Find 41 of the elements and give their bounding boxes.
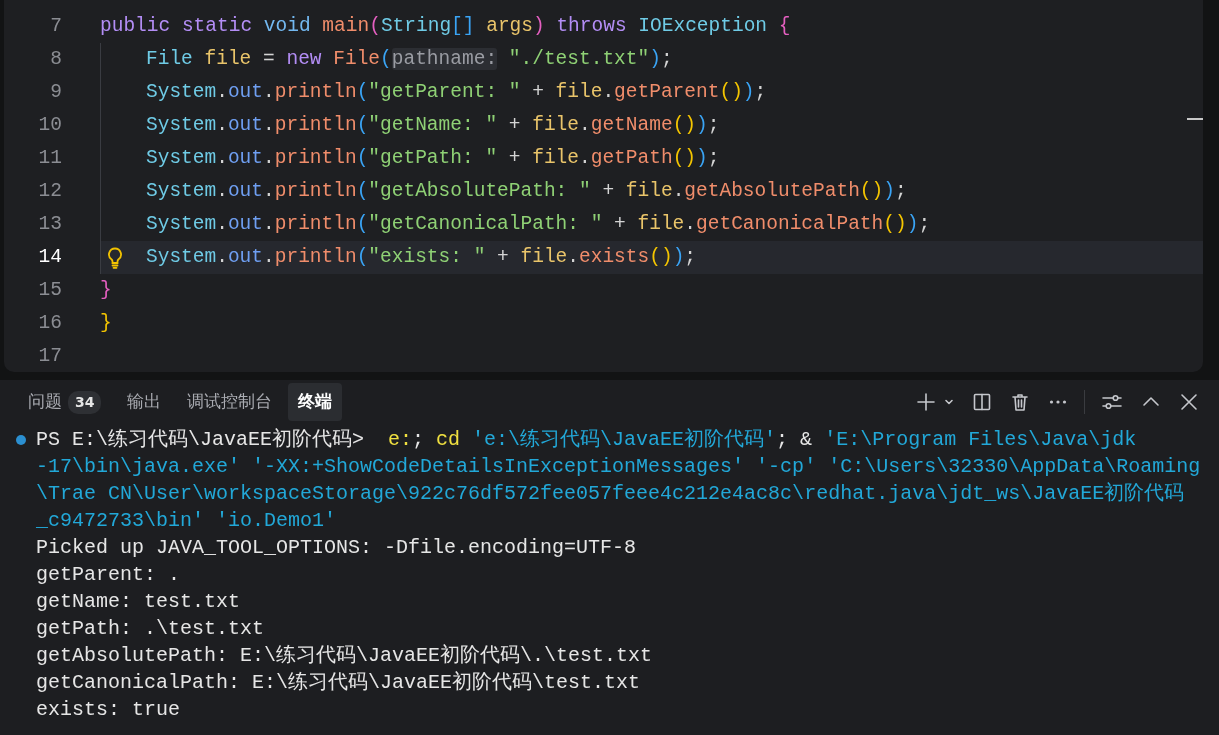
line-number: 10 (37, 112, 62, 138)
terminal-line: getPath: .\test.txt (36, 615, 265, 642)
terminal-line: \Trae CN\User\workspaceStorage\922c76df572fee057feee4c212e4ac8c\redhat.java\jdt_ws\JavaEE初阶代码 (36, 480, 1185, 507)
panel-tab[interactable]: 输出 (117, 383, 172, 421)
code-line: System.out.println("getName: " + file.getName()); (146, 112, 720, 138)
line-number: 15 (37, 277, 62, 303)
terminal-line: getParent: . (36, 561, 181, 588)
terminal-line: getName: test.txt (36, 588, 241, 615)
line-number: 11 (37, 145, 62, 171)
code-line: System.out.println("getAbsolutePath: " + file.getAbsolutePath()); (146, 178, 907, 204)
terminal-line: Picked up JAVA_TOOL_OPTIONS: -Dfile.encoding=UTF-8 (36, 534, 637, 561)
code-line: } (100, 310, 112, 336)
panel-tab[interactable]: 调试控制台 (177, 383, 283, 421)
line-number: 16 (37, 310, 62, 336)
line-number: 7 (49, 13, 62, 39)
code-editor[interactable] (4, 0, 1203, 372)
code-line: public static void main(String[] args) throws IOException { (100, 13, 791, 39)
lightbulb-icon[interactable] (107, 246, 123, 269)
line-number: 17 (37, 343, 62, 369)
panel-tab[interactable]: 问题 34 (18, 383, 112, 421)
count-badge: 34 (68, 390, 102, 414)
code-line: System.out.println("exists: " + file.exists()); (146, 244, 697, 270)
code-line: System.out.println("getPath: " + file.getPath()); (146, 145, 720, 171)
new-terminal-icon[interactable] (914, 390, 938, 414)
terminal-line: _c9472733\bin' 'io.Demo1' (36, 507, 337, 534)
code-line: System.out.println("getCanonicalPath: " + file.getCanonicalPath()); (146, 211, 931, 237)
code-line: System.out.println("getParent: " + file.getParent()); (146, 79, 767, 105)
code-line: } (100, 277, 112, 303)
terminal-line: getAbsolutePath: E:\练习代码\JavaEE初阶代码\.\test.txt (36, 642, 653, 669)
terminal-line: getCanonicalPath: E:\练习代码\JavaEE初阶代码\test.txt (36, 669, 641, 696)
line-number: 12 (37, 178, 62, 204)
line-number: 13 (37, 211, 62, 237)
line-number: 8 (49, 46, 62, 72)
line-number: 14 (37, 244, 62, 270)
code-line: File file = new File(pathname: "./test.txt"); (146, 46, 673, 72)
terminal-line: exists: true (36, 696, 181, 723)
terminal-line: -17\bin\java.exe' '-XX:+ShowCodeDetailsInExceptionMessages' '-cp' 'C:\Users\32330\AppData\Roaming (36, 453, 1201, 480)
terminal-line: PS E:\练习代码\JavaEE初阶代码> e:; cd 'e:\练习代码\JavaEE初阶代码'; & 'E:\Program Files\Java\jdk (36, 426, 1137, 453)
line-number: 9 (49, 79, 62, 105)
minimap-marker (1187, 118, 1203, 120)
panel-tab[interactable]: 终端 (288, 383, 343, 421)
